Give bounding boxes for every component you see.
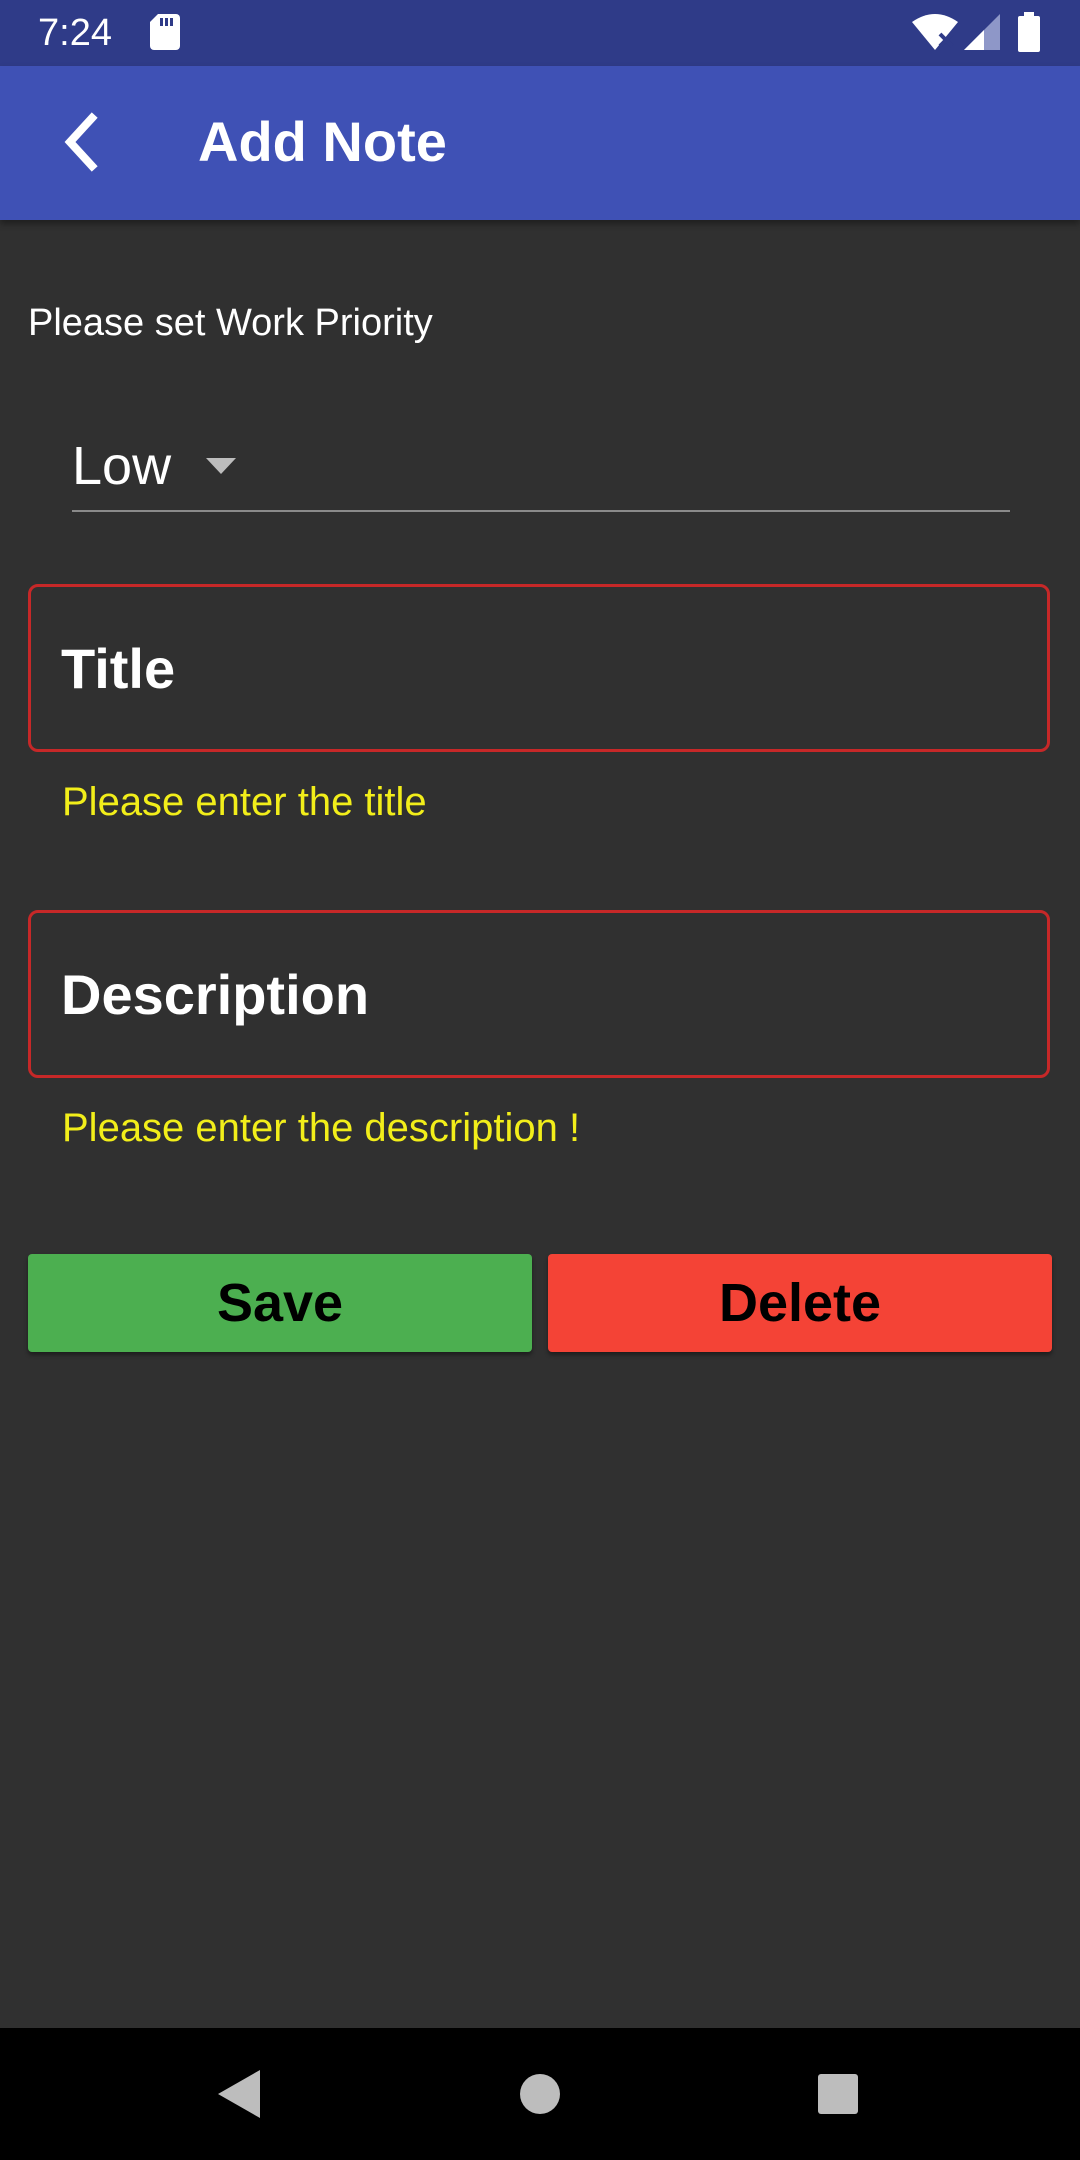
- title-placeholder: Title: [61, 637, 176, 700]
- chevron-left-icon: [64, 112, 98, 172]
- delete-button[interactable]: Delete: [548, 1254, 1052, 1352]
- screen: 7:24 Add Note Please set Work Priority L…: [0, 0, 1080, 2160]
- title-error-message: Please enter the title: [62, 780, 427, 824]
- cell-signal-icon: [964, 14, 1000, 50]
- back-button[interactable]: [40, 102, 120, 182]
- description-error-message: Please enter the description !: [62, 1106, 581, 1150]
- status-time: 7:24: [38, 12, 112, 54]
- nav-back-icon[interactable]: [216, 2068, 264, 2120]
- description-placeholder: Description: [61, 963, 370, 1026]
- system-nav-bar: [0, 2028, 1080, 2160]
- app-bar: Add Note: [0, 66, 1080, 220]
- priority-label: Please set Work Priority: [28, 302, 433, 344]
- status-bar: 7:24: [0, 0, 1080, 66]
- sd-card-icon: [150, 14, 180, 50]
- wifi-off-icon: [912, 14, 958, 50]
- priority-dropdown[interactable]: Low: [72, 426, 1010, 512]
- priority-selected-value: Low: [72, 436, 172, 496]
- nav-home-icon[interactable]: [518, 2072, 562, 2116]
- nav-recents-icon[interactable]: [816, 2072, 860, 2116]
- save-button[interactable]: Save: [28, 1254, 532, 1352]
- page-title: Add Note: [198, 110, 447, 173]
- description-input[interactable]: Description: [28, 910, 1050, 1078]
- title-input[interactable]: Title: [28, 584, 1050, 752]
- battery-icon: [1018, 12, 1040, 52]
- dropdown-arrow-icon: [206, 458, 236, 474]
